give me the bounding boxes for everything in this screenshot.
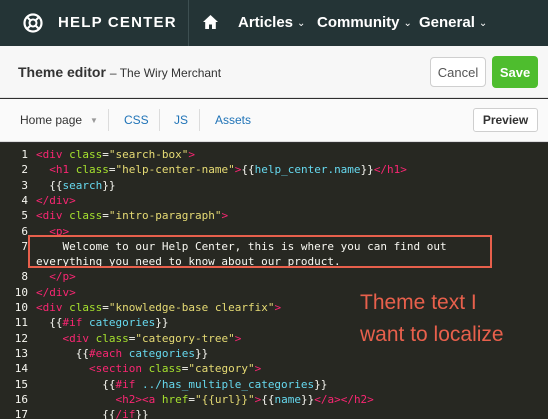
code-text: </div>	[36, 285, 76, 299]
line-number: 1	[21, 148, 28, 161]
line-number: 2	[21, 163, 28, 177]
line-number: 14	[14, 362, 28, 376]
line-number: 5	[21, 209, 28, 223]
nav-community[interactable]: Community ⌄	[317, 14, 412, 31]
tab-assets[interactable]: Assets	[215, 113, 251, 127]
save-button[interactable]: Save	[492, 56, 538, 88]
code-line: 8 </p>	[0, 270, 548, 285]
code-line: 16 <h2><a href="{{url}}">{{name}}</a></h…	[0, 393, 548, 408]
code-text: <h1 class="help-center-name">{{help_cent…	[49, 163, 407, 177]
help-center-logo-icon[interactable]	[22, 12, 44, 34]
code-text: {{#if ../has_multiple_categories}}	[36, 377, 328, 391]
tab-js[interactable]: JS	[174, 113, 188, 127]
nav-general-label: General	[419, 14, 475, 31]
code-text: <div class="knowledge-base clearfix">	[36, 301, 282, 314]
code-text: {{#if categories}}	[36, 316, 169, 330]
line-number: 4	[21, 193, 28, 207]
home-icon[interactable]	[203, 15, 218, 29]
brand-title[interactable]: HELP CENTER	[58, 14, 177, 31]
code-text: <section class="category">	[88, 362, 262, 376]
nav-divider	[188, 0, 189, 46]
code-line: 3 {{search}}	[0, 179, 548, 194]
line-number: 10	[14, 301, 28, 314]
caret-down-icon: ▼	[90, 116, 98, 126]
tab-css[interactable]: CSS	[124, 113, 149, 127]
line-number: 10	[14, 285, 28, 299]
code-text: {{/if}}	[36, 408, 149, 419]
code-text: </div>	[36, 193, 76, 207]
code-line: 17 {{/if}}	[0, 408, 548, 419]
code-text: {{search}}	[36, 178, 116, 192]
template-select-label: Home page	[20, 113, 83, 127]
code-line: 1 <div class="search-box">	[0, 148, 548, 163]
tab-divider	[199, 109, 200, 131]
line-number: 13	[14, 346, 28, 360]
chevron-down-icon: ⌄	[297, 17, 306, 29]
code-line: 2 <h1 class="help-center-name">{{help_ce…	[0, 163, 548, 178]
code-text: <h2><a href="{{url}}">{{name}}</a></h2>	[115, 392, 374, 406]
line-number: 15	[14, 377, 28, 391]
code-text: <div class="intro-paragraph">	[36, 209, 229, 223]
file-tab-bar: Home page ▼ CSS JS Assets Preview	[0, 99, 548, 142]
template-select[interactable]: Home page ▼	[20, 113, 98, 127]
editor-title: Theme editor	[18, 64, 106, 80]
chevron-down-icon: ⌄	[403, 17, 412, 29]
nav-articles[interactable]: Articles ⌄	[238, 14, 305, 31]
line-number: 11	[14, 316, 28, 330]
highlight-box	[28, 235, 492, 268]
code-text: <div class="search-box">	[36, 148, 195, 161]
nav-articles-label: Articles	[238, 14, 294, 31]
code-line: 4 </div>	[0, 194, 548, 209]
code-text: <div class="category-tree">	[62, 331, 242, 345]
line-number: 6	[21, 224, 28, 238]
code-line: 5 <div class="intro-paragraph">	[0, 209, 548, 224]
line-number: 8	[21, 270, 28, 284]
line-number: 17	[14, 408, 28, 419]
tab-divider	[159, 109, 160, 131]
preview-button[interactable]: Preview	[473, 108, 538, 132]
nav-community-label: Community	[317, 14, 400, 31]
tab-divider	[108, 109, 109, 131]
code-editor[interactable]: 17 {{/if}} 16 <h2><a href="{{url}}">{{nam…	[0, 143, 548, 419]
chevron-down-icon: ⌄	[478, 17, 488, 29]
code-text: {{#each categories}}	[36, 346, 209, 360]
top-nav: HELP CENTER Articles ⌄ Community ⌄ General…	[0, 0, 548, 46]
line-number: 16	[14, 392, 28, 406]
line-number: 12	[14, 331, 28, 345]
editor-header: Theme editor – The Wiry Merchant Cancel S…	[0, 46, 548, 98]
line-number: 3	[21, 178, 28, 192]
cancel-button[interactable]: Cancel	[430, 57, 486, 87]
annotation-line-1: Theme text I	[360, 291, 477, 314]
code-line: 15 {{#if ../has_multiple_categories}}	[0, 378, 548, 393]
code-text: </p>	[49, 270, 76, 284]
annotation-line-2: want to localize	[360, 323, 504, 346]
nav-general[interactable]: General ⌄	[419, 14, 487, 31]
line-number: 7	[21, 239, 28, 253]
theme-name: – The Wiry Merchant	[109, 66, 222, 80]
annotation-text: Theme text I want to localize	[360, 287, 504, 351]
page-title: Theme editor – The Wiry Merchant	[18, 64, 221, 80]
code-line: 14 <section class="category">	[0, 362, 548, 377]
